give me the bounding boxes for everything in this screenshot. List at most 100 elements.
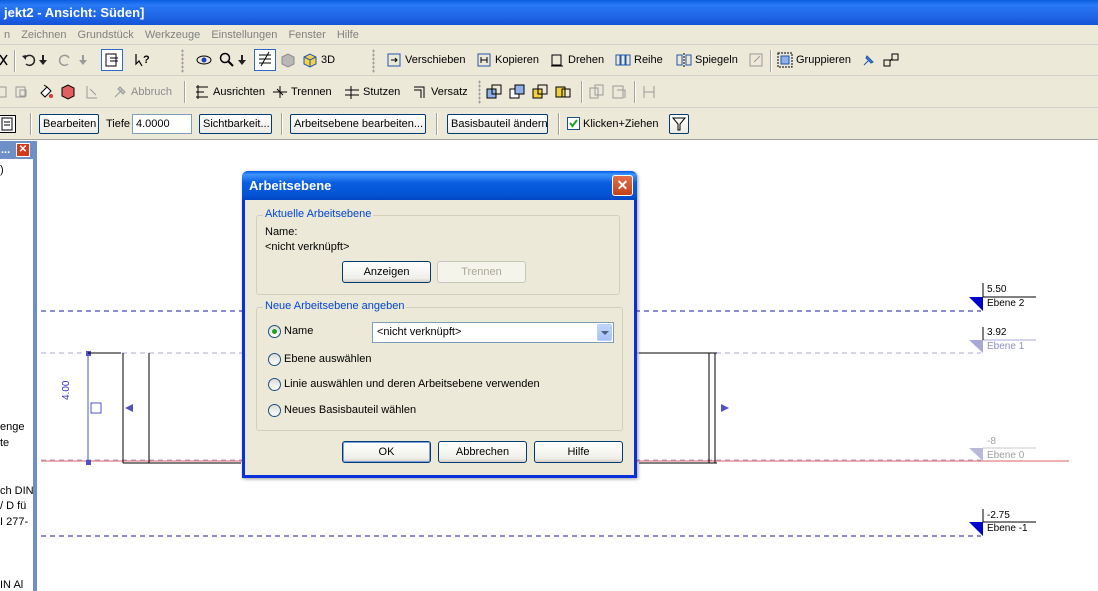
eye-icon[interactable] <box>196 45 212 75</box>
view-3d-label: 3D <box>321 54 336 66</box>
gruppieren-label: Gruppieren <box>796 54 852 66</box>
checkbox-checked-icon <box>567 117 580 130</box>
klicken-ziehen-checkbox[interactable]: Klicken+Ziehen <box>567 108 659 139</box>
shading-icon[interactable] <box>280 45 296 75</box>
group-edit-icon[interactable] <box>486 76 502 107</box>
dialog-title: Arbeitsebene <box>249 178 332 193</box>
arbeitsebene-dialog: Arbeitsebene ✕ Aktuelle Arbeitsebene Nam… <box>242 171 637 478</box>
level-name-ebene-minus-1[interactable]: Ebene -1 <box>987 523 1028 534</box>
level-name-ebene-1[interactable]: Ebene 1 <box>987 341 1024 352</box>
radio-basis[interactable] <box>268 404 281 417</box>
edit-disabled-icon[interactable] <box>0 76 10 107</box>
ausrichten-label: Ausrichten <box>213 85 265 98</box>
redo-icon[interactable] <box>57 45 73 75</box>
dimension-label[interactable]: 4.00 <box>61 381 72 400</box>
group-remove-icon[interactable] <box>532 76 548 107</box>
undo-dropdown-icon[interactable] <box>38 45 48 75</box>
versatz-label: Versatz <box>431 85 468 98</box>
abbrechen-button[interactable]: Abbrechen <box>438 441 527 463</box>
paint-icon[interactable] <box>38 76 54 107</box>
versatz-button[interactable]: Versatz <box>412 76 468 107</box>
verschieben-label: Verschieben <box>405 54 466 66</box>
name-combobox-value: <nicht verknüpft> <box>377 326 462 338</box>
menu-werkzeuge[interactable]: Werkzeuge <box>141 25 204 44</box>
copy-clipboard-icon[interactable] <box>589 76 605 107</box>
cut-geometry-icon[interactable] <box>60 76 76 107</box>
reihe-button[interactable]: Reihe <box>615 45 663 75</box>
toolbar-main: ? 3D Verschieben Kopieren Drehen Reihe S… <box>0 45 1098 76</box>
menu-zeichnen[interactable]: Zeichnen <box>17 25 70 44</box>
abbruch-label: Abbruch <box>131 85 172 98</box>
radio-linie-label: Linie auswählen und deren Arbeitsebene v… <box>284 378 540 390</box>
uncut-geometry-icon[interactable] <box>84 76 100 107</box>
link-icon[interactable] <box>883 45 899 75</box>
radio-name-label: Name <box>284 325 314 337</box>
menu-hilfe[interactable]: Hilfe <box>333 25 363 44</box>
gruppieren-button[interactable]: Gruppieren <box>777 45 851 75</box>
close-x-icon[interactable] <box>0 45 12 75</box>
browser-text-5: / D fü <box>0 500 27 512</box>
radio-basis-label: Neues Basisbauteil wählen <box>284 404 417 416</box>
radio-ebene[interactable] <box>268 353 281 366</box>
abbruch-button[interactable]: Abbruch <box>112 76 172 107</box>
menu-grundstueck[interactable]: Grundstück <box>74 25 138 44</box>
ausrichten-button[interactable]: Ausrichten <box>194 76 265 107</box>
group-add-icon[interactable] <box>509 76 525 107</box>
level-name-ebene-2[interactable]: Ebene 2 <box>987 298 1024 309</box>
group-current-workplane: Aktuelle Arbeitsebene <box>256 208 620 295</box>
zoom-dropdown-icon[interactable] <box>237 45 247 75</box>
view-3d-button[interactable]: 3D <box>302 45 335 75</box>
hilfe-button[interactable]: Hilfe <box>534 441 623 463</box>
basisbauteil-aendern-button[interactable]: Basisbauteil ändern <box>447 114 548 134</box>
menu-fenster[interactable]: Fenster <box>284 25 329 44</box>
menu-bar: n Zeichnen Grundstück Werkzeuge Einstell… <box>0 25 1098 45</box>
chevron-down-icon[interactable] <box>597 324 612 341</box>
anzeigen-button[interactable]: Anzeigen <box>342 261 431 283</box>
detail-level-icon[interactable] <box>254 45 276 75</box>
trennen-label: Trennen <box>291 85 332 98</box>
spiegeln-button[interactable]: Spiegeln <box>676 45 738 75</box>
undo-icon[interactable] <box>21 45 37 75</box>
name-combobox[interactable]: <nicht verknüpft> <box>372 322 614 343</box>
trennen-button[interactable]: Trennen <box>272 76 332 107</box>
sichtbarkeit-button[interactable]: Sichtbarkeit... <box>199 114 272 134</box>
arbeitsebene-bearbeiten-button[interactable]: Arbeitsebene bearbeiten... <box>290 114 426 134</box>
level-value-ebene-2: 5.50 <box>987 284 1007 295</box>
drehen-button[interactable]: Drehen <box>549 45 604 75</box>
zoom-icon[interactable] <box>219 45 235 75</box>
redo-dropdown-icon[interactable] <box>78 45 88 75</box>
kopieren-button[interactable]: Kopieren <box>476 45 539 75</box>
level-marker-ebene-0 <box>969 448 983 461</box>
tiefe-label: Tiefe <box>106 118 131 130</box>
tiefe-input[interactable]: 4.0000 <box>132 114 192 134</box>
level-name-ebene-0[interactable]: Ebene 0 <box>987 450 1024 461</box>
hammer-icon <box>112 84 128 100</box>
menu-einstellungen[interactable]: Einstellungen <box>207 25 281 44</box>
measure-icon[interactable] <box>641 76 657 107</box>
resize-icon[interactable] <box>748 45 764 75</box>
modify-tool-icon[interactable] <box>101 45 123 75</box>
dialog-close-icon[interactable]: ✕ <box>612 175 633 196</box>
group-finish-icon[interactable] <box>555 76 571 107</box>
reihe-label: Reihe <box>634 54 663 66</box>
klicken-ziehen-label: Klicken+Ziehen <box>583 117 659 130</box>
dialog-title-bar[interactable]: Arbeitsebene ✕ <box>242 171 637 200</box>
move-icon <box>386 52 402 68</box>
menu-ansicht[interactable]: n <box>0 25 14 44</box>
edit-disabled-icon-2[interactable] <box>14 76 30 107</box>
bearbeiten-button[interactable]: Bearbeiten <box>39 114 99 134</box>
properties-icon[interactable] <box>0 108 16 139</box>
help-pointer-icon[interactable]: ? <box>134 45 150 75</box>
paste-aligned-icon[interactable] <box>611 76 627 107</box>
trennen-button-dialog[interactable]: Trennen <box>437 261 526 283</box>
group-current-label: Aktuelle Arbeitsebene <box>263 208 374 220</box>
panel-close-icon[interactable]: ✕ <box>16 143 30 157</box>
ok-button[interactable]: OK <box>342 441 431 463</box>
group-icon <box>777 52 793 68</box>
radio-name[interactable] <box>268 325 281 338</box>
radio-linie[interactable] <box>268 378 281 391</box>
stutzen-button[interactable]: Stutzen <box>344 76 400 107</box>
filter-icon[interactable] <box>669 108 689 139</box>
verschieben-button[interactable]: Verschieben <box>386 45 466 75</box>
pin-icon[interactable] <box>861 45 877 75</box>
